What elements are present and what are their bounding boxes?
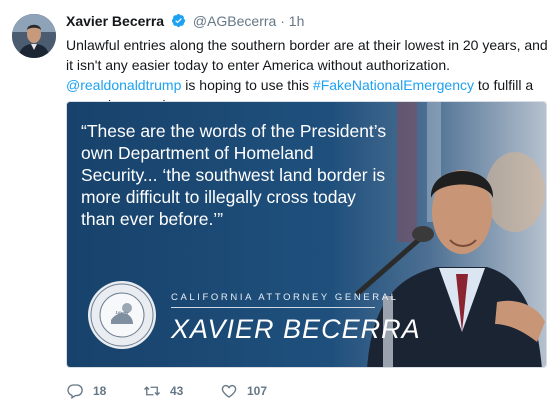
mention-link[interactable]: @realdonaldtrump: [66, 77, 181, 93]
tweet: Xavier Becerra @AGBecerra · 1h Unlawful …: [0, 0, 560, 401]
avatar[interactable]: [12, 14, 56, 58]
media-quote: “These are the words of the President’s …: [81, 121, 387, 229]
retweet-button[interactable]: 43: [143, 382, 183, 400]
org-name: XAVIER BECERRA: [171, 314, 421, 344]
tweet-text-part: is hoping to use this: [181, 77, 313, 93]
reply-button[interactable]: 18: [66, 382, 106, 400]
tweet-media-image[interactable]: “These are the words of the President’s …: [66, 101, 547, 368]
reply-count: 18: [93, 384, 107, 398]
org-divider: [171, 307, 375, 308]
hashtag-link[interactable]: #FakeNationalEmergency: [313, 77, 474, 93]
tweet-timestamp[interactable]: 1h: [289, 13, 305, 29]
retweet-icon: [144, 386, 160, 396]
tweet-text-part: Unlawful entries along the southern bord…: [66, 37, 548, 73]
verified-badge-icon: [171, 13, 186, 28]
like-count: 107: [247, 384, 268, 398]
attorney-general-seal-icon: Liberty: [88, 281, 156, 349]
header-separator: ·: [280, 13, 285, 29]
reply-icon: [67, 384, 83, 399]
like-button[interactable]: 107: [220, 382, 267, 400]
author-handle[interactable]: @AGBecerra: [193, 13, 276, 29]
svg-text:Liberty: Liberty: [115, 310, 129, 315]
org-title: CALIFORNIA ATTORNEY GENERAL: [171, 292, 399, 303]
author-name[interactable]: Xavier Becerra: [66, 13, 164, 29]
retweet-count: 43: [170, 384, 184, 398]
like-icon: [221, 384, 237, 398]
tweet-header: Xavier Becerra @AGBecerra · 1h: [66, 13, 304, 29]
